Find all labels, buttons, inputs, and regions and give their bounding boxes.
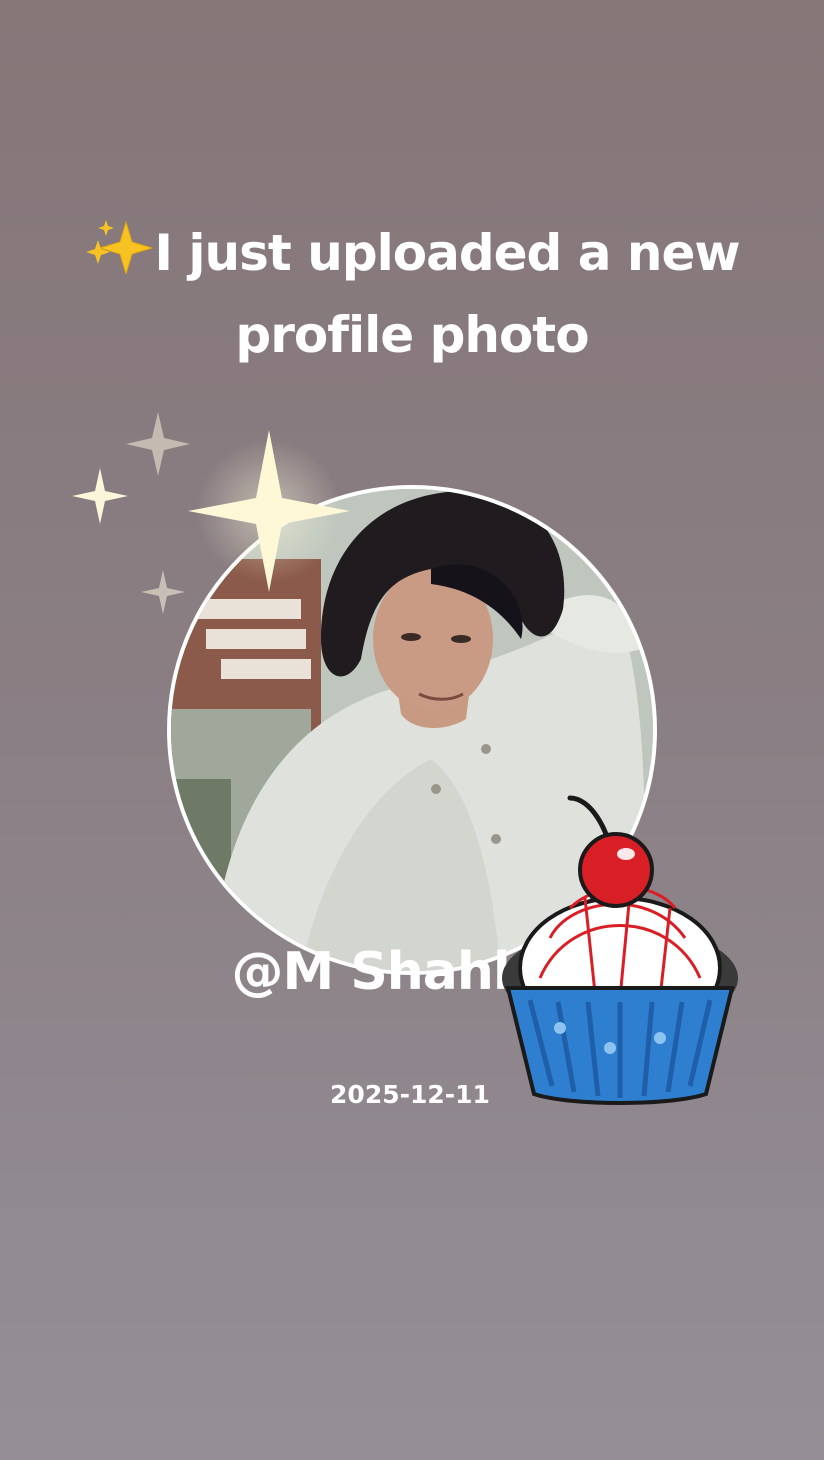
sparkle-small-icon bbox=[72, 468, 128, 524]
sparkles-icon bbox=[84, 216, 155, 276]
story-screen: I just uploaded a new profile photo @M S… bbox=[0, 0, 824, 1460]
sparkle-large-icon bbox=[188, 430, 350, 592]
sparkle-faded-icon bbox=[126, 412, 190, 476]
cupcake-cherry-icon bbox=[502, 795, 738, 1105]
post-date: 2025-12-11 bbox=[330, 1080, 490, 1109]
headline-line-2: profile photo bbox=[235, 306, 589, 364]
sparkle-tiny-icon bbox=[141, 570, 185, 614]
headline: I just uploaded a new profile photo bbox=[40, 212, 784, 376]
headline-text-1: I just uploaded a new bbox=[154, 224, 740, 282]
headline-line-1: I just uploaded a new bbox=[40, 212, 784, 294]
